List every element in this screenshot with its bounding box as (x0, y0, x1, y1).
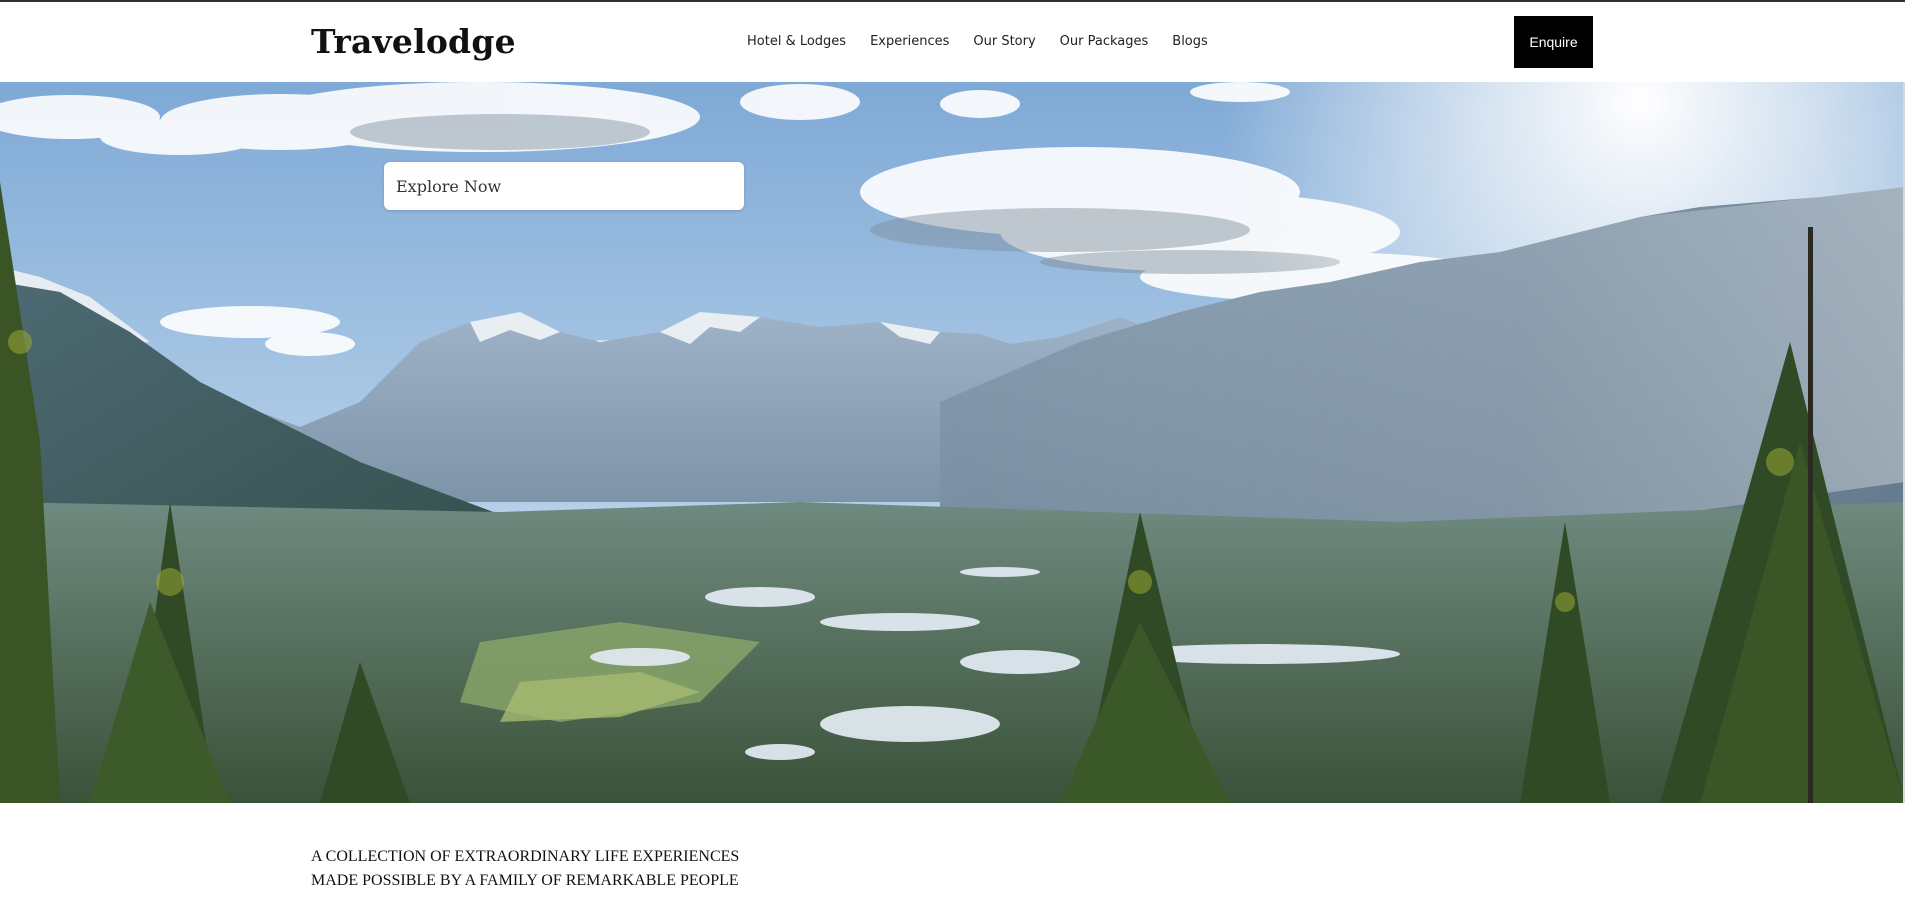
enquire-button[interactable]: Enquire (1514, 16, 1593, 68)
nav-item-our-story[interactable]: Our Story (973, 34, 1035, 49)
nav-item-our-packages[interactable]: Our Packages (1060, 34, 1149, 49)
hero-banner: Explore Now (0, 82, 1905, 803)
intro-tagline-line-2: MADE POSSIBLE BY A FAMILY OF REMARKABLE … (311, 872, 739, 889)
nav-item-experiences[interactable]: Experiences (870, 34, 949, 49)
site-logo[interactable]: Travelodge (311, 22, 516, 61)
hero-landscape-image (0, 82, 1905, 803)
explore-now-label: Explore Now (396, 176, 502, 196)
main-nav: Hotel & Lodges Experiences Our Story Our… (747, 34, 1208, 49)
site-header: Travelodge Hotel & Lodges Experiences Ou… (0, 2, 1905, 82)
nav-item-blogs[interactable]: Blogs (1172, 34, 1208, 49)
explore-now-button[interactable]: Explore Now (384, 162, 744, 210)
intro-tagline: A COLLECTION OF EXTRAORDINARY LIFE EXPER… (311, 845, 739, 893)
nav-item-hotel-lodges[interactable]: Hotel & Lodges (747, 34, 846, 49)
intro-tagline-line-1: A COLLECTION OF EXTRAORDINARY LIFE EXPER… (311, 848, 740, 865)
